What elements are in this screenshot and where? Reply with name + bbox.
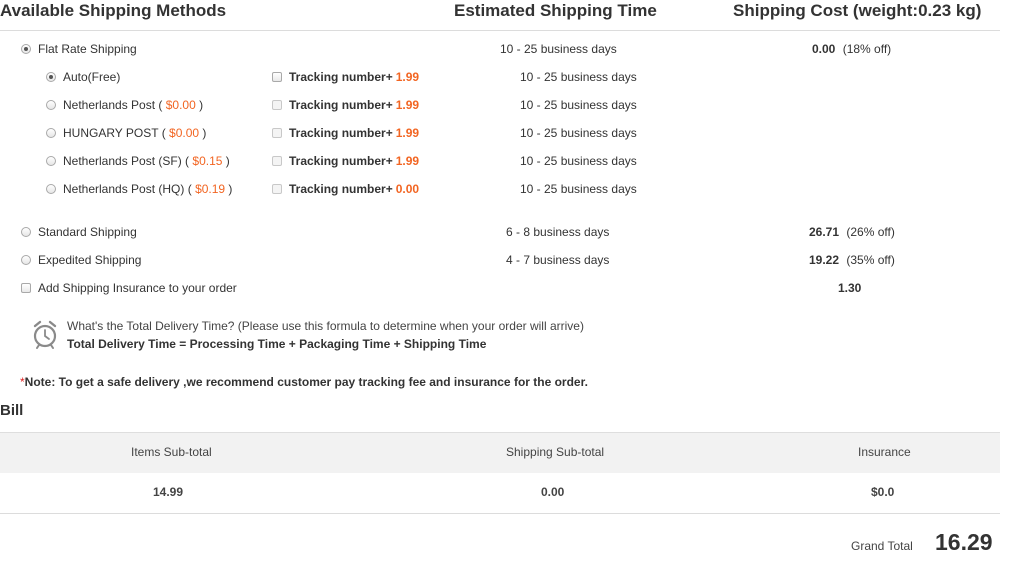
- alarm-clock-icon: [31, 318, 59, 350]
- option-price: $0.19: [195, 182, 226, 196]
- tracking-price: 1.99: [395, 98, 420, 112]
- standard-shipping-cost: 26.71 (26% off): [809, 225, 895, 239]
- tracking-checkbox-auto[interactable]: [272, 72, 282, 82]
- flat-rate-discount: (18% off): [842, 42, 892, 56]
- tracking-option-netherlands-post-hq: Tracking number+ 0.00: [289, 182, 419, 196]
- expedited-shipping-radio[interactable]: [21, 255, 31, 265]
- flat-rate-label: Flat Rate Shipping: [38, 42, 137, 56]
- tracking-price: 1.99: [395, 70, 420, 84]
- option-radio-hungary-post[interactable]: [46, 128, 56, 138]
- bill-items-value: 14.99: [153, 485, 184, 499]
- tracking-price: 0.00: [395, 182, 420, 196]
- expedited-shipping-label: Expedited Shipping: [38, 253, 142, 267]
- tracking-option-auto: Tracking number+ 1.99: [289, 70, 419, 84]
- flat-rate-radio[interactable]: [21, 44, 31, 54]
- option-radio-auto[interactable]: [46, 72, 56, 82]
- tracking-label: Tracking number+: [289, 182, 393, 196]
- standard-shipping-price: 26.71: [809, 225, 840, 239]
- bill-col-items: Items Sub-total: [131, 445, 212, 459]
- bill-divider: [0, 513, 1000, 514]
- option-price: $0.15: [192, 154, 223, 168]
- option-price: $0.00: [165, 98, 196, 112]
- tracking-checkbox-netherlands-post-hq[interactable]: [272, 184, 282, 194]
- option-name: HUNGARY POST: [63, 126, 159, 140]
- bill-insurance-value: $0.0: [871, 485, 895, 499]
- grand-total-value: 16.29: [935, 529, 993, 555]
- option-label-netherlands-post: Netherlands Post ( $0.00 ): [63, 98, 204, 112]
- flat-rate-price: 0.00: [812, 42, 836, 56]
- standard-shipping-label: Standard Shipping: [38, 225, 137, 239]
- tracking-price: 1.99: [395, 154, 420, 168]
- option-days-auto: 10 - 25 business days: [520, 70, 637, 84]
- tracking-label: Tracking number+: [289, 70, 393, 84]
- option-price: $0.00: [169, 126, 200, 140]
- tracking-checkbox-hungary-post[interactable]: [272, 128, 282, 138]
- option-days-hungary-post: 10 - 25 business days: [520, 126, 637, 140]
- tracking-checkbox-netherlands-post[interactable]: [272, 100, 282, 110]
- option-name: Netherlands Post (HQ): [63, 182, 185, 196]
- grand-total-label: Grand Total: [851, 539, 913, 553]
- option-radio-netherlands-post-sf[interactable]: [46, 156, 56, 166]
- delivery-question: What's the Total Delivery Time? (Please …: [67, 319, 584, 333]
- bill-title: Bill: [0, 402, 24, 419]
- expedited-shipping-price: 19.22: [809, 253, 840, 267]
- expedited-shipping-discount: (35% off): [846, 253, 895, 267]
- flat-rate-days: 10 - 25 business days: [500, 42, 617, 56]
- safe-delivery-note: *Note: To get a safe delivery ,we recomm…: [20, 375, 588, 389]
- tracking-label: Tracking number+: [289, 98, 393, 112]
- option-days-netherlands-post-hq: 10 - 25 business days: [520, 182, 637, 196]
- option-radio-netherlands-post[interactable]: [46, 100, 56, 110]
- option-radio-netherlands-post-hq[interactable]: [46, 184, 56, 194]
- delivery-formula: Total Delivery Time = Processing Time + …: [67, 337, 487, 351]
- time-header: Estimated Shipping Time: [454, 1, 657, 20]
- expedited-shipping-days: 4 - 7 business days: [506, 253, 610, 267]
- standard-shipping-discount: (26% off): [846, 225, 895, 239]
- tracking-label: Tracking number+: [289, 126, 393, 140]
- option-label-netherlands-post-hq: Netherlands Post (HQ) ( $0.19 ): [63, 182, 233, 196]
- insurance-price: 1.30: [838, 281, 862, 295]
- option-days-netherlands-post-sf: 10 - 25 business days: [520, 154, 637, 168]
- option-name: Netherlands Post (SF): [63, 154, 182, 168]
- option-label-hungary-post: HUNGARY POST ( $0.00 ): [63, 126, 207, 140]
- option-days-netherlands-post: 10 - 25 business days: [520, 98, 637, 112]
- note-text: Note: To get a safe delivery ,we recomme…: [24, 375, 588, 389]
- header-divider: [0, 30, 1000, 31]
- flat-rate-cost: 0.00 (18% off): [812, 42, 891, 56]
- methods-header: Available Shipping Methods: [0, 1, 227, 20]
- bill-shipping-value: 0.00: [541, 485, 565, 499]
- tracking-option-netherlands-post-sf: Tracking number+ 1.99: [289, 154, 419, 168]
- cost-header: Shipping Cost (weight:0.23 kg): [733, 1, 982, 20]
- tracking-label: Tracking number+: [289, 154, 393, 168]
- tracking-checkbox-netherlands-post-sf[interactable]: [272, 156, 282, 166]
- expedited-shipping-cost: 19.22 (35% off): [809, 253, 895, 267]
- bill-col-insurance: Insurance: [858, 445, 911, 459]
- insurance-checkbox[interactable]: [21, 283, 31, 293]
- tracking-option-hungary-post: Tracking number+ 1.99: [289, 126, 419, 140]
- option-label-netherlands-post-sf: Netherlands Post (SF) ( $0.15 ): [63, 154, 230, 168]
- standard-shipping-days: 6 - 8 business days: [506, 225, 610, 239]
- bill-col-shipping: Shipping Sub-total: [506, 445, 605, 459]
- tracking-option-netherlands-post: Tracking number+ 1.99: [289, 98, 419, 112]
- tracking-price: 1.99: [395, 126, 420, 140]
- insurance-label: Add Shipping Insurance to your order: [38, 281, 237, 295]
- option-name: Netherlands Post: [63, 98, 156, 112]
- standard-shipping-radio[interactable]: [21, 227, 31, 237]
- option-label-auto: Auto(Free): [63, 70, 121, 84]
